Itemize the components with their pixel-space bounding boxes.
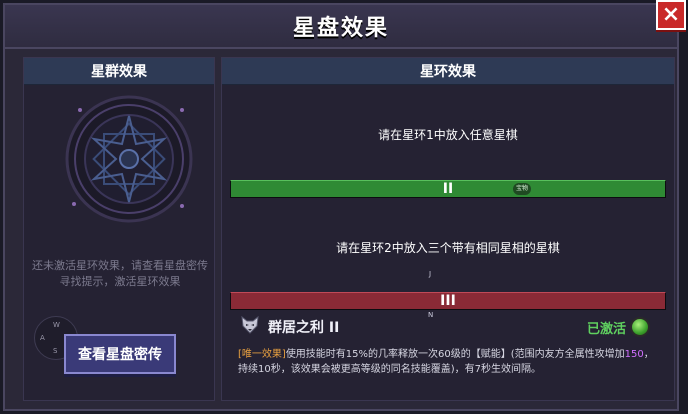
joystick-s-label: S	[53, 347, 58, 355]
active-indicator-icon	[630, 317, 650, 337]
ring2-bar[interactable]: II 宝物	[230, 180, 666, 198]
effect-highlight-value: 150	[624, 349, 644, 360]
unique-effect-tag: [唯一效果]	[238, 349, 286, 360]
star-ring-effect-panel: 星环效果 请在星环1中放入任意星棋 II 宝物 请在星环2中放入三个带有相同星相…	[221, 57, 675, 401]
ring3-label: III	[440, 293, 456, 309]
window-title: 星盘效果	[292, 16, 389, 41]
hotkey-j-marker: J	[429, 270, 432, 278]
ring2-instruction: 请在星环2中放入三个带有相同星相的星棋	[336, 241, 560, 255]
effect-row: 群居之利 II 已激活	[240, 313, 660, 341]
effect-desc-part-a: 使用技能时有15%的几率释放一次60级的【赋能】(范围内友方全属性攻增加	[285, 349, 625, 360]
ring1-instruction: 请在星环1中放入任意星棋	[378, 128, 518, 142]
ring3-bar[interactable]: III	[230, 292, 666, 310]
effect-description: [唯一效果]使用技能时有15%的几率释放一次60级的【赋能】(范围内友方全属性攻…	[238, 347, 658, 377]
wolf-head-icon	[241, 315, 259, 334]
view-astrolabe-secret-button[interactable]: 查看星盘密传	[64, 334, 176, 374]
astrolabe-emblem-icon	[65, 95, 193, 223]
ring2-label: II	[442, 181, 454, 197]
activation-hint-text: 还未激活星环效果，请查看星盘密传寻找提示，激活星环效果	[32, 259, 208, 288]
title-bar: 星盘效果	[5, 5, 677, 49]
effect-name: 群居之利 II	[268, 320, 340, 336]
astrolabe-effect-window: 星盘效果 星群效果 还未激活星环效果，请查看星盘密传寻找提示，激活星环效果 W …	[3, 3, 679, 411]
ring2-badge: 宝物	[513, 183, 532, 195]
star-ring-panel-header: 星环效果	[222, 58, 674, 85]
close-button[interactable]: ×	[656, 0, 686, 30]
joystick-a-label: A	[40, 334, 45, 342]
joystick-w-label: W	[53, 321, 60, 329]
constellation-effect-panel: 星群效果 还未激活星环效果，请查看星盘密传寻找提示，激活星环效果 W A S D…	[23, 57, 215, 401]
constellation-panel-header: 星群效果	[24, 58, 214, 85]
effect-status: 已激活	[586, 322, 626, 337]
